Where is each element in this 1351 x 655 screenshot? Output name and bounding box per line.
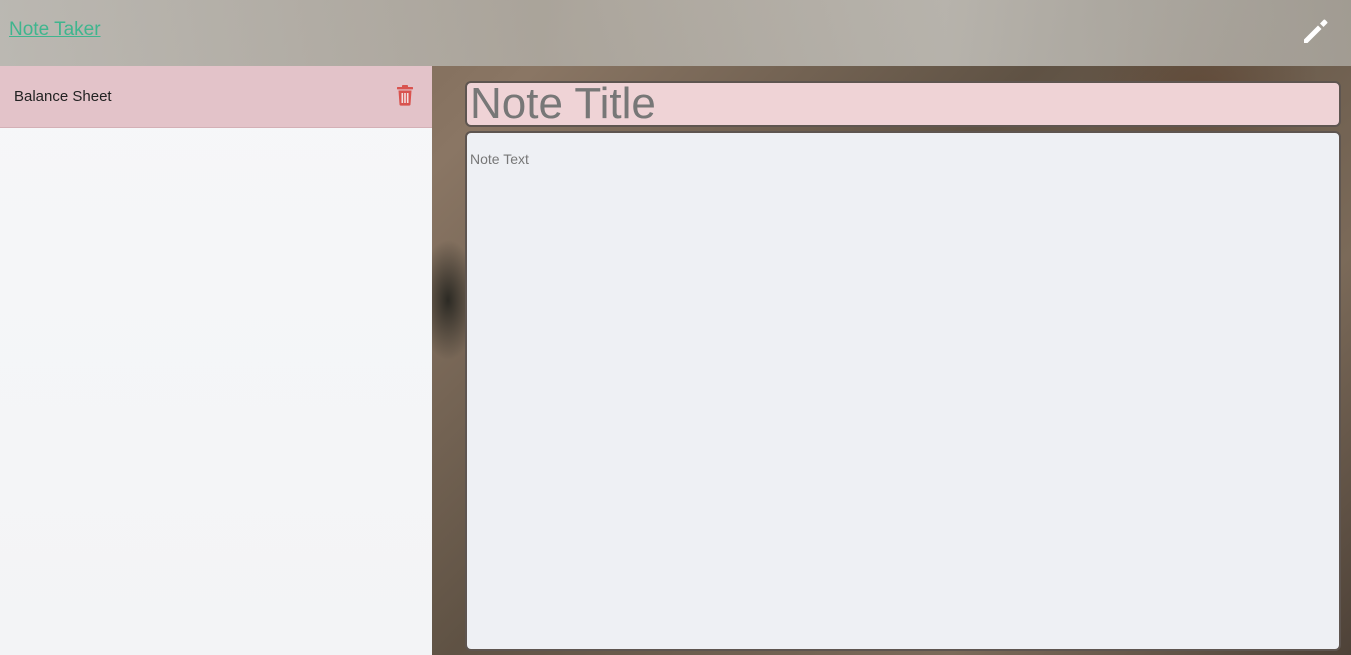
list-item[interactable]: Balance Sheet: [0, 66, 432, 128]
navbar: Note Taker: [0, 0, 1351, 66]
brand-link[interactable]: Note Taker: [9, 19, 101, 41]
trash-icon[interactable]: [395, 84, 415, 106]
note-item-title: Balance Sheet: [14, 88, 112, 105]
note-title-input[interactable]: [465, 81, 1341, 127]
note-list: Balance Sheet: [0, 66, 432, 655]
note-text-input[interactable]: [465, 131, 1341, 651]
pencil-icon[interactable]: [1300, 15, 1332, 47]
